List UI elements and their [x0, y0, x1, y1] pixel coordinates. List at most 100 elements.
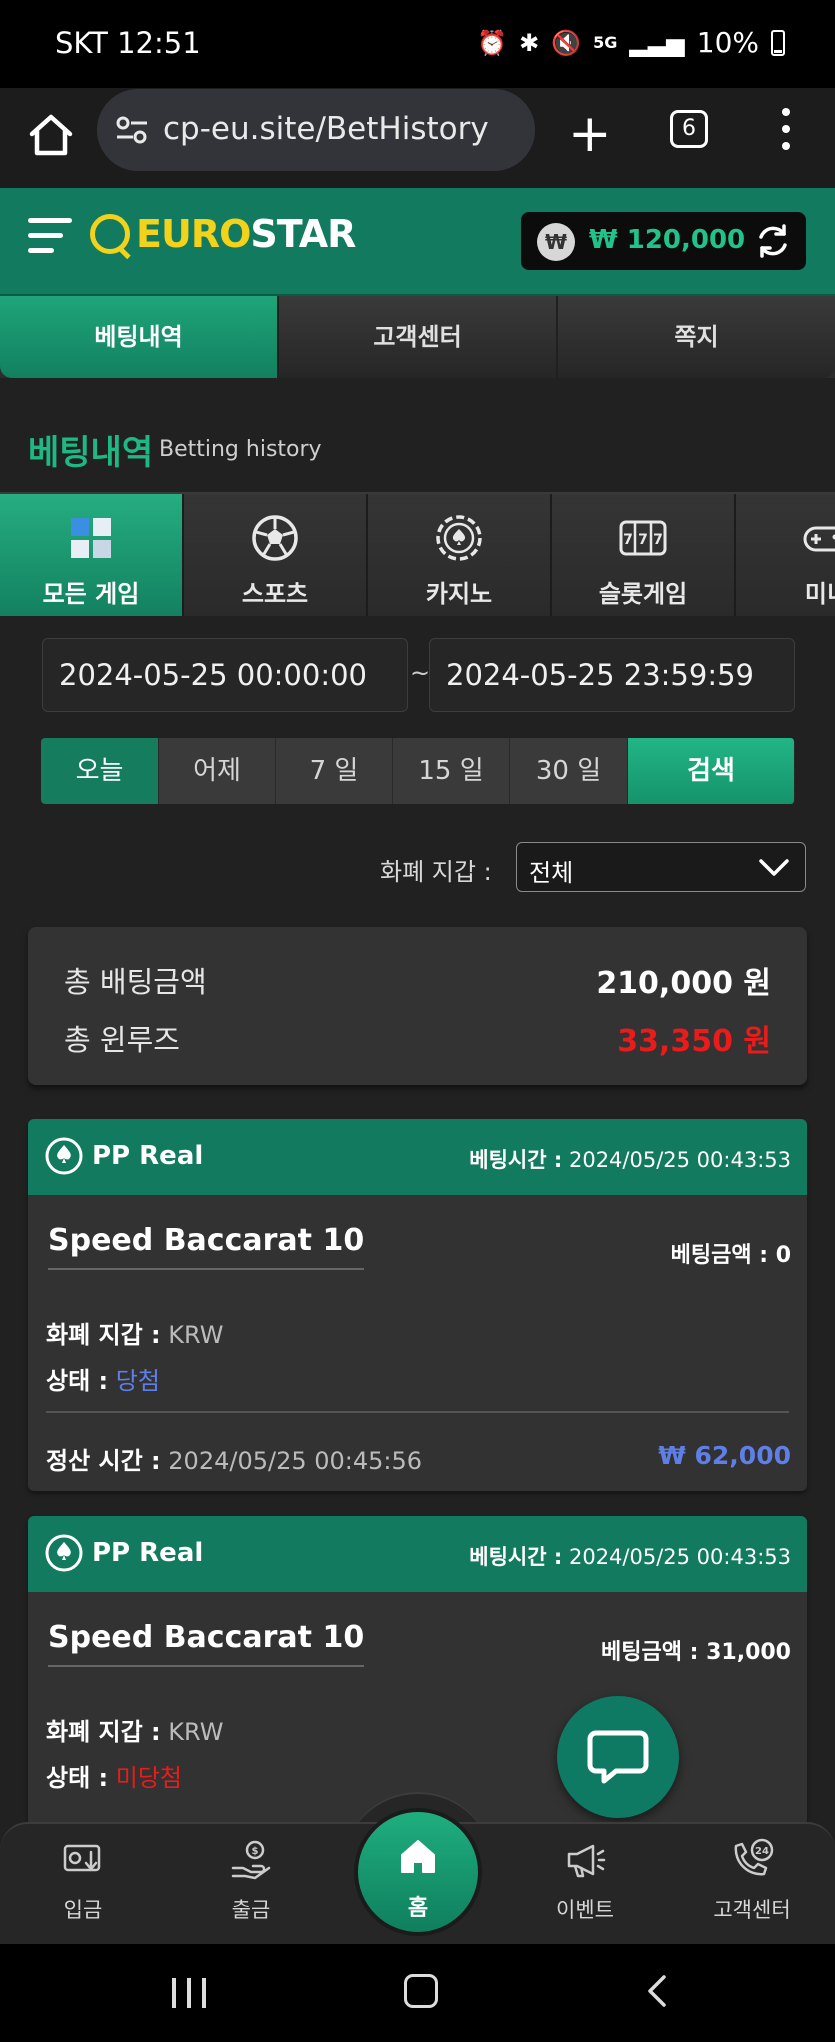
page-subtitle: Betting history: [159, 437, 322, 462]
signal-icon: ▂▃▅: [629, 28, 685, 57]
game-tab-slots[interactable]: 7 7 7 슬롯게임: [552, 494, 736, 616]
currency-select[interactable]: 전체: [516, 842, 806, 892]
game-tab-casino[interactable]: 카지노: [368, 494, 552, 616]
page-title: 베팅내역: [28, 433, 154, 473]
gamepad-icon: [803, 526, 835, 552]
menu-icon[interactable]: [28, 218, 72, 262]
won-coin-icon: ₩: [537, 223, 575, 261]
period-15days-button[interactable]: 15 일: [393, 738, 510, 804]
settle-time: 정산 시간 : 2024/05/25 00:45:56: [46, 1447, 423, 1475]
home-icon: [401, 1840, 435, 1873]
bluetooth-icon: ✱: [519, 28, 540, 57]
nav-event[interactable]: 이벤트: [510, 1838, 660, 1924]
date-separator: ~: [410, 659, 431, 687]
chat-bubble-icon: [587, 1730, 649, 1784]
bet-time: 베팅시간 : 2024/05/25 00:43:53: [469, 1545, 791, 1569]
tab-messages[interactable]: 쪽지: [558, 296, 835, 378]
nav-withdraw[interactable]: $ 출금: [176, 1838, 326, 1924]
casino-chip-icon: [45, 1534, 83, 1572]
alarm-icon: ⏰: [477, 28, 508, 57]
home-icon[interactable]: [26, 110, 76, 160]
total-bet-value: 210,000 원: [596, 966, 771, 1001]
bet-provider: PP Real: [92, 1538, 204, 1568]
new-tab-icon[interactable]: +: [568, 106, 612, 162]
total-winloss-value: 33,350 원: [617, 1024, 771, 1059]
refresh-icon[interactable]: [754, 222, 792, 260]
casino-chip-icon: [436, 515, 482, 561]
nav-home-button[interactable]: 홈: [354, 1808, 482, 1936]
status-badge: 당첨: [115, 1367, 160, 1395]
bet-amount: 베팅금액 : 0: [670, 1243, 791, 1268]
status-badge: 미당첨: [115, 1764, 183, 1792]
bet-card[interactable]: PP Real 베팅시간 : 2024/05/25 00:43:53 Speed…: [28, 1516, 807, 1826]
date-from-input[interactable]: 2024-05-25 00:00:00: [42, 638, 408, 712]
network-type: 5G: [593, 33, 618, 52]
status-icons: ⏰ ✱ 🔇 5G ▂▃▅ 10%: [477, 26, 785, 59]
svg-text:7: 7: [653, 532, 663, 548]
wallet-balance[interactable]: ₩ ₩ 120,000: [521, 212, 806, 270]
period-today-button[interactable]: 오늘: [41, 738, 159, 804]
period-yesterday-button[interactable]: 어제: [159, 738, 276, 804]
bet-game-name: Speed Baccarat 10: [48, 1620, 365, 1667]
game-tab-all[interactable]: 모든 게임: [0, 494, 184, 616]
system-home-icon[interactable]: [404, 1974, 438, 2008]
url-text[interactable]: cp-eu.site/BetHistory: [163, 111, 489, 147]
bet-card-header: PP Real 베팅시간 : 2024/05/25 00:43:53: [28, 1516, 807, 1592]
bet-card-header: PP Real 베팅시간 : 2024/05/25 00:43:53: [28, 1119, 807, 1195]
period-7days-button[interactable]: 7 일: [276, 738, 393, 804]
battery-percent: 10%: [696, 26, 759, 59]
support-24-icon: 24: [734, 1838, 774, 1876]
logo-mark-icon: [90, 214, 130, 254]
total-bet-label: 총 배팅금액: [64, 965, 207, 999]
back-icon[interactable]: [640, 1974, 674, 2008]
site-settings-icon[interactable]: [115, 113, 149, 147]
bet-summary: 총 배팅금액 210,000 원 총 윈루즈 33,350 원: [28, 927, 807, 1085]
currency-filter-label: 화폐 지갑 :: [380, 858, 492, 886]
game-tab-sports[interactable]: 스포츠: [184, 494, 368, 616]
chevron-down-icon: [759, 859, 789, 876]
svg-text:24: 24: [755, 1846, 769, 1857]
top-tabs: 베팅내역 고객센터 쪽지: [0, 296, 835, 378]
nav-support[interactable]: 24 고객센터: [677, 1838, 827, 1924]
bet-card[interactable]: PP Real 베팅시간 : 2024/05/25 00:43:53 Speed…: [28, 1119, 807, 1491]
casino-chip-icon: [45, 1137, 83, 1175]
megaphone-icon: [567, 1844, 606, 1878]
site-header: EURO STAR ₩ ₩ 120,000: [0, 188, 835, 296]
date-to-input[interactable]: 2024-05-25 23:59:59: [429, 638, 795, 712]
cube-icon: [71, 518, 111, 558]
period-30days-button[interactable]: 30 일: [510, 738, 628, 804]
svg-text:7: 7: [623, 532, 633, 548]
withdraw-icon: $: [231, 1840, 271, 1880]
address-bar[interactable]: cp-eu.site/BetHistory: [97, 89, 535, 171]
nav-deposit[interactable]: 입금: [8, 1838, 158, 1924]
live-chat-button[interactable]: [557, 1696, 679, 1818]
bet-provider: PP Real: [92, 1141, 204, 1171]
bet-status: 상태 : 당첨: [46, 1367, 160, 1395]
status-bar: SKT 12:51 ⏰ ✱ 🔇 5G ▂▃▅ 10%: [0, 0, 835, 88]
status-time: SKT 12:51: [55, 26, 201, 60]
bet-currency: 화폐 지갑 : KRW: [46, 1321, 224, 1349]
period-buttons: 오늘 어제 7 일 15 일 30 일 검색: [41, 738, 795, 804]
tab-switcher-button[interactable]: 6: [670, 110, 708, 148]
tab-customer-center[interactable]: 고객센터: [279, 296, 558, 378]
system-navigation-bar: [0, 1944, 835, 2042]
bet-amount: 베팅금액 : 31,000: [601, 1640, 791, 1665]
bet-status: 상태 : 미당첨: [46, 1764, 183, 1792]
recent-apps-icon[interactable]: [172, 1978, 206, 2008]
browser-toolbar: cp-eu.site/BetHistory + 6: [0, 88, 835, 188]
site-logo[interactable]: EURO STAR: [90, 212, 356, 256]
svg-text:$: $: [252, 1846, 259, 1857]
search-button[interactable]: 검색: [628, 738, 795, 804]
game-tab-mini[interactable]: 미니: [736, 494, 835, 616]
bet-currency: 화폐 지갑 : KRW: [46, 1718, 224, 1746]
payout-amount: ₩ 62,000: [658, 1441, 791, 1470]
deposit-icon: [63, 1844, 101, 1872]
more-menu-icon[interactable]: [780, 108, 792, 154]
tab-bet-history[interactable]: 베팅내역: [0, 296, 279, 378]
divider: [46, 1411, 789, 1413]
svg-text:7: 7: [638, 532, 648, 548]
mute-icon: 🔇: [551, 28, 582, 57]
game-category-tabs: 모든 게임 스포츠 카지노 7 7 7 슬롯게임 미: [0, 492, 835, 616]
soccer-ball-icon: [252, 515, 298, 561]
total-winloss-label: 총 윈루즈: [64, 1023, 180, 1057]
